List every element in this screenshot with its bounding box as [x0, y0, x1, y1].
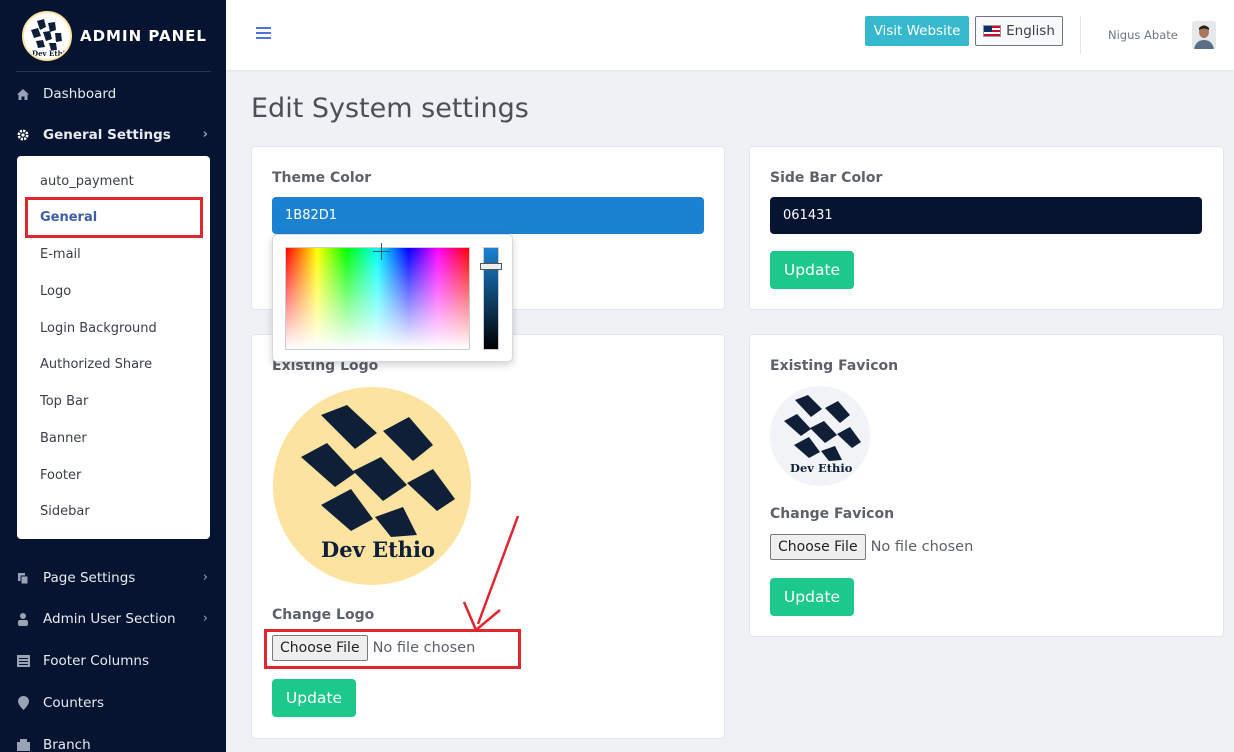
- sidebar-item-label: Admin User Section: [43, 611, 176, 627]
- user-icon: [16, 612, 30, 626]
- submenu-item-sidebar[interactable]: Sidebar: [40, 502, 90, 522]
- chevron-right-icon: ›: [202, 570, 208, 585]
- submenu-item-login-background[interactable]: Login Background: [40, 319, 157, 339]
- crosshair-icon[interactable]: [373, 243, 390, 260]
- sidebar-item-label: Page Settings: [43, 570, 136, 586]
- favicon-choose-file-button[interactable]: Choose File: [770, 534, 866, 560]
- copy-icon: [16, 571, 30, 585]
- change-favicon-label: Change Favicon: [770, 506, 895, 522]
- sidebar-color-label: Side Bar Color: [770, 170, 883, 186]
- favicon-update-button[interactable]: Update: [770, 578, 854, 616]
- sidebar-item-page-settings[interactable]: Page Settings ›: [16, 563, 216, 593]
- branch-icon: [16, 738, 30, 752]
- theme-color-label: Theme Color: [272, 170, 372, 186]
- sidebar-color-update-button[interactable]: Update: [770, 251, 854, 289]
- brand-logo-text: Dev Ethio: [32, 49, 71, 58]
- pin-icon: [16, 696, 30, 710]
- sidebar: Dev Ethio ADMIN PANEL Dashboard General …: [0, 0, 226, 752]
- chevron-right-icon: ›: [202, 127, 208, 142]
- existing-favicon-image: Dev Ethio: [770, 386, 870, 486]
- submenu-item-authorized-share[interactable]: Authorized Share: [40, 355, 152, 375]
- sidebar-item-label: General Settings: [43, 127, 171, 143]
- sidebar-item-label: Counters: [43, 695, 104, 711]
- brand-logo: Dev Ethio: [22, 11, 72, 61]
- sidebar-item-branch[interactable]: Branch: [16, 730, 216, 752]
- divider: [16, 71, 211, 72]
- hamburger-menu-icon[interactable]: [256, 27, 271, 40]
- slider-handle[interactable]: [480, 263, 502, 270]
- sidebar-item-label: Footer Columns: [43, 653, 149, 669]
- page-title: Edit System settings: [251, 93, 529, 124]
- color-picker-popup[interactable]: [272, 234, 513, 362]
- sidebar-color-value: 061431: [783, 208, 833, 223]
- visit-website-button[interactable]: Visit Website: [865, 16, 969, 46]
- logo-update-button[interactable]: Update: [272, 679, 356, 717]
- topbar: Visit Website English Nigus Abate: [226, 0, 1234, 70]
- logo-text: Dev Ethio: [321, 537, 436, 562]
- sidebar-item-counters[interactable]: Counters: [16, 688, 216, 718]
- submenu-item-footer[interactable]: Footer: [40, 466, 81, 486]
- change-logo-label: Change Logo: [272, 607, 375, 623]
- avatar[interactable]: [1192, 21, 1216, 49]
- highlight-box: [25, 197, 203, 238]
- brand-title: ADMIN PANEL: [80, 27, 207, 45]
- divider: [1080, 16, 1081, 54]
- sidebar-item-admin-user-section[interactable]: Admin User Section ›: [16, 604, 216, 634]
- general-settings-submenu: auto_payment General E-mail Logo Login B…: [17, 156, 210, 539]
- color-saturation-box[interactable]: [285, 247, 470, 350]
- sidebar-item-label: Branch: [43, 737, 91, 752]
- favicon-no-file-text: No file chosen: [870, 539, 974, 555]
- sidebar-item-dashboard[interactable]: Dashboard: [16, 79, 216, 109]
- favicon-text: Dev Ethio: [790, 461, 853, 475]
- language-label: English: [1006, 23, 1055, 39]
- existing-favicon-label: Existing Favicon: [770, 358, 899, 374]
- submenu-item-email[interactable]: E-mail: [40, 245, 81, 265]
- submenu-item-banner[interactable]: Banner: [40, 429, 87, 449]
- brand[interactable]: Dev Ethio ADMIN PANEL: [22, 10, 212, 62]
- favicon-file-input[interactable]: Choose File No file chosen: [770, 534, 973, 560]
- existing-logo-image: Dev Ethio: [273, 387, 471, 585]
- theme-color-input[interactable]: 1B82D1: [272, 197, 704, 234]
- us-flag-icon: [983, 25, 1002, 37]
- sidebar-item-footer-columns[interactable]: Footer Columns: [16, 646, 216, 676]
- submenu-item-top-bar[interactable]: Top Bar: [40, 392, 88, 412]
- chevron-right-icon: ›: [202, 611, 208, 626]
- submenu-item-logo[interactable]: Logo: [40, 282, 71, 302]
- user-name[interactable]: Nigus Abate: [1108, 28, 1178, 42]
- submenu-item-auto-payment[interactable]: auto_payment: [40, 172, 134, 192]
- annotation-arrow-icon: [462, 515, 520, 633]
- theme-color-value: 1B82D1: [285, 208, 338, 223]
- list-icon: [16, 654, 30, 668]
- sidebar-color-card: Side Bar Color 061431 Update: [749, 146, 1224, 310]
- gear-icon: [16, 128, 30, 142]
- sidebar-item-general-settings[interactable]: General Settings ›: [16, 120, 216, 150]
- language-dropdown[interactable]: English: [975, 16, 1063, 46]
- sidebar-color-input[interactable]: 061431: [770, 197, 1202, 234]
- home-icon: [16, 87, 30, 101]
- sidebar-item-label: Dashboard: [43, 86, 117, 102]
